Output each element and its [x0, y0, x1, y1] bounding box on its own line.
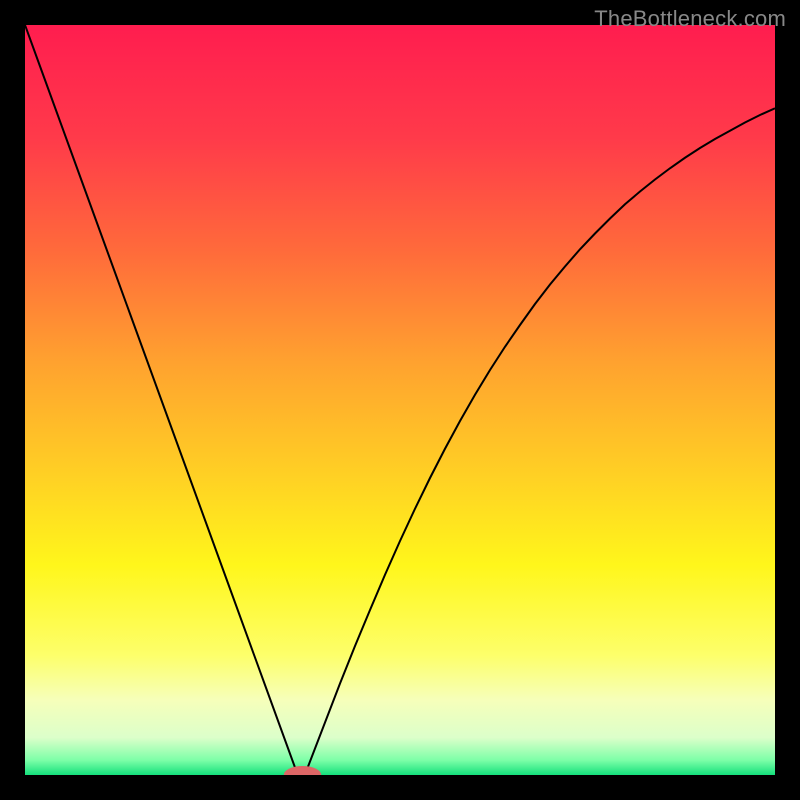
watermark-text: TheBottleneck.com [594, 6, 786, 32]
plot-area [25, 25, 775, 775]
chart-frame: TheBottleneck.com [0, 0, 800, 800]
plot-svg [25, 25, 775, 775]
gradient-background [25, 25, 775, 775]
